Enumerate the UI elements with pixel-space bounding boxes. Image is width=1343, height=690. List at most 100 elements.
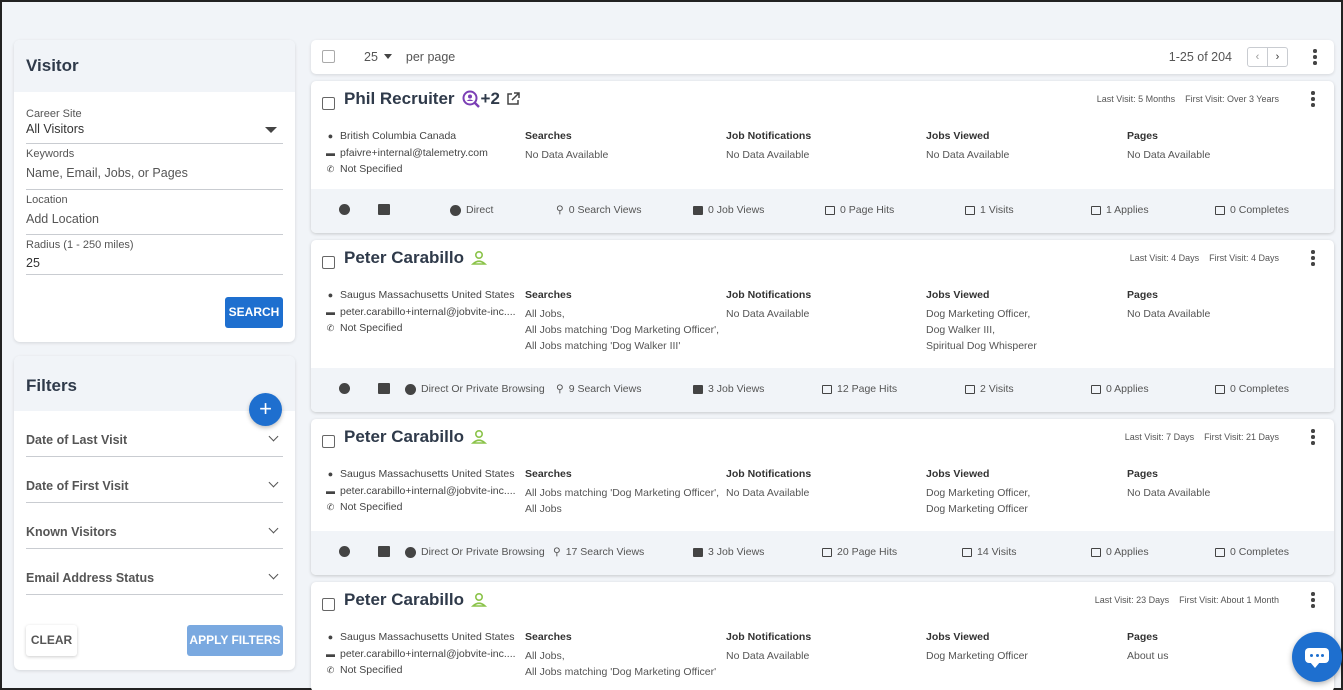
page-hits-label: 20 Page Hits [837,546,898,558]
visits-label: 1 Visits [980,204,1014,216]
page-item: About us [1127,650,1169,662]
briefcase-icon [693,547,703,557]
row-checkbox[interactable] [322,435,335,448]
per-page-select[interactable]: 25 per page [364,50,455,64]
search-views: ⚲ 0 Search Views [556,204,641,216]
chrome-icon [339,383,350,394]
applies-label: 1 Applies [1106,204,1149,216]
searches-column: Searches All Jobs matching 'Dog Marketing… [525,466,719,517]
mail-icon: ▬ [326,306,335,317]
filter-email-status[interactable]: Email Address Status [26,549,283,595]
more-options-icon[interactable] [1313,49,1317,67]
external-link-icon[interactable] [506,92,520,106]
row-checkbox[interactable] [322,256,335,269]
career-site-value: All Visitors [26,122,85,136]
last-visit: Last Visit: 7 Days [1124,432,1195,442]
career-site-select[interactable]: Career Site All Visitors [26,92,283,144]
page-icon [825,205,835,215]
job-viewed-item: Dog Marketing Officer [926,650,1028,662]
location-pin-icon: ● [327,131,334,141]
contact-info: ● Saugus Massachusetts United States ▬ pet… [326,287,516,337]
jobs-viewed-header: Jobs Viewed [926,468,990,480]
job-notifications-header: Job Notifications [726,289,812,301]
visitor-email: peter.carabillo+internal@jobvite-inc.... [340,484,516,497]
filter-known-visitors[interactable]: Known Visitors [26,503,283,549]
search-icon: ⚲ [556,204,564,216]
page-icon [822,384,832,394]
location-pin-icon: ● [327,290,334,300]
visit-dates: Last Visit: 23 Days First Visit: About 1 … [1095,595,1279,605]
select-all-checkbox[interactable] [322,50,335,63]
completes: 0 Completes [1215,204,1289,216]
known-user-icon [470,429,488,444]
job-notifications-column: Job Notifications No Data Available [726,128,811,163]
calendar-icon [1091,384,1101,394]
clear-button[interactable]: CLEAR [26,625,77,656]
job-viewed-item: Dog Marketing Officer, [926,308,1031,320]
page-hits-label: 12 Page Hits [837,383,898,395]
career-site-label: Career Site [26,108,82,120]
add-filter-button[interactable]: + [249,393,282,426]
row-checkbox[interactable] [322,97,335,110]
jobs-viewed-column: Jobs Viewed Dog Marketing Officer [926,629,1028,664]
location-field[interactable]: Location Add Location [26,190,283,235]
job-viewed-item: Dog Marketing Officer, [926,487,1031,499]
applies: 0 Applies [1091,383,1149,395]
calendar-icon [962,547,972,557]
filter-label: Known Visitors [26,524,117,539]
next-page-button[interactable]: › [1267,48,1287,66]
visitor-name[interactable]: Peter Carabillo [344,590,464,610]
filter-date-first-visit[interactable]: Date of First Visit [26,457,283,503]
search-item: All Jobs matching 'Dog Walker III' [525,340,681,352]
more-options-icon[interactable] [1311,250,1315,268]
mail-icon: ▬ [326,485,335,496]
searches-column: Searches No Data Available [525,128,608,163]
completes-label: 0 Completes [1230,546,1289,558]
keywords-field[interactable]: Keywords Name, Email, Jobs, or Pages [26,144,283,190]
notification-item: No Data Available [726,149,810,161]
extra-badge: +2 [480,89,500,108]
first-visit: First Visit: 4 Days [1209,253,1279,263]
visitor-title: Visitor [14,40,295,92]
visitor-name[interactable]: Peter Carabillo [344,248,464,268]
notification-item: No Data Available [726,308,810,320]
more-options-icon[interactable] [1311,429,1315,447]
prev-page-button[interactable]: ‹ [1248,48,1267,66]
more-options-icon[interactable] [1311,91,1315,109]
contact-info: ● Saugus Massachusetts United States ▬ pet… [326,629,516,679]
per-page-value: 25 [364,50,378,64]
pages-column: Pages About us [1127,629,1168,664]
visitor-name[interactable]: Phil Recruiter [344,89,455,109]
page-icon [822,547,832,557]
radius-input[interactable]: 25 [26,251,283,275]
job-notifications-header: Job Notifications [726,130,812,142]
phone-icon: ✆ [326,502,335,512]
jobs-viewed-header: Jobs Viewed [926,631,990,643]
filter-date-last-visit[interactable]: Date of Last Visit [26,411,283,457]
globe-icon [450,204,461,216]
row-checkbox[interactable] [322,598,335,611]
first-visit: First Visit: Over 3 Years [1185,94,1279,104]
searches-header: Searches [525,130,572,142]
visitor-card: Peter Carabillo Last Visit: 7 Days First … [311,419,1334,575]
radius-field[interactable]: Radius (1 - 250 miles) 25 [26,235,283,275]
visitor-email: peter.carabillo+internal@jobvite-inc.... [340,647,516,660]
apply-filters-button[interactable]: APPLY FILTERS [187,625,283,656]
chat-button[interactable] [1292,632,1342,682]
last-visit: Last Visit: 23 Days [1094,595,1170,605]
visitor-stats: Direct Or Private Browsing ⚲ 17 Search Vi… [311,531,1334,575]
job-viewed-item: Dog Walker III, [926,324,996,336]
location-input[interactable]: Add Location [26,206,283,231]
more-options-icon[interactable] [1311,592,1315,610]
contact-info: ● British Columbia Canada ▬ pfaivre+intern… [326,128,488,178]
visitor-name[interactable]: Peter Carabillo [344,427,464,447]
completes-label: 0 Completes [1230,383,1289,395]
search-views-label: 9 Search Views [568,383,642,395]
job-viewed-item: Spiritual Dog Whisperer [926,340,1037,352]
visitor-card: Phil Recruiter +2 Last Visit: 5 Months Fi… [311,81,1334,233]
job-views: 0 Job Views [693,204,764,216]
keywords-input[interactable]: Name, Email, Jobs, or Pages [26,160,283,185]
search-item: All Jobs [525,503,562,515]
search-button[interactable]: SEARCH [225,297,283,328]
visits: 1 Visits [965,204,1014,216]
